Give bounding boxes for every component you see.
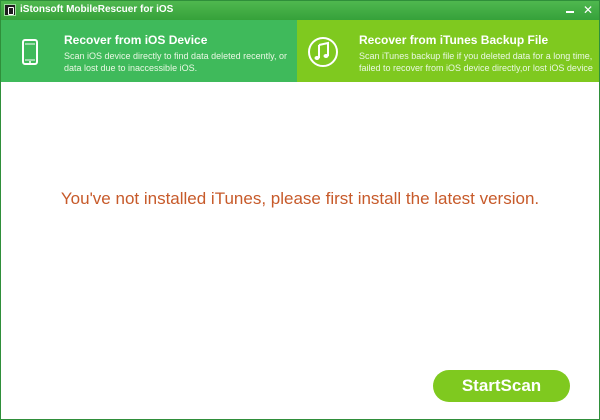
tab-title: Recover from iOS Device	[64, 33, 208, 47]
start-scan-button[interactable]: StartScan	[433, 370, 570, 402]
itunes-not-installed-message: You've not installed iTunes, please firs…	[60, 189, 540, 208]
tab-description-line: Scan iTunes backup file if you deleted d…	[359, 51, 593, 61]
close-button[interactable]: ✕	[581, 3, 595, 17]
tab-description: Scan iTunes backup file if you deleted d…	[359, 50, 593, 74]
tab-description: Scan iOS device directly to find data de…	[64, 50, 287, 74]
app-window: iStonsoft MobileRescuer for iOS ✕ Recove…	[0, 0, 600, 420]
minimize-icon	[566, 11, 574, 13]
title-bar[interactable]: iStonsoft MobileRescuer for iOS ✕	[1, 1, 599, 20]
mode-tabs: Recover from iOS Device Scan iOS device …	[1, 20, 599, 82]
close-icon: ✕	[582, 3, 594, 17]
phone-icon	[22, 39, 38, 65]
app-icon	[4, 4, 16, 16]
music-note-icon	[308, 37, 338, 67]
minimize-button[interactable]	[563, 3, 577, 17]
tab-description-line: Scan iOS device directly to find data de…	[64, 51, 287, 61]
window-controls: ✕	[563, 3, 595, 17]
tab-title: Recover from iTunes Backup File	[359, 33, 549, 47]
tab-recover-from-ios-device[interactable]: Recover from iOS Device Scan iOS device …	[1, 20, 297, 82]
tab-recover-from-itunes-backup[interactable]: Recover from iTunes Backup File Scan iTu…	[297, 20, 599, 82]
tab-description-line: data lost due to inaccessible iOS.	[64, 63, 198, 73]
window-title: iStonsoft MobileRescuer for iOS	[20, 4, 174, 15]
tab-description-line: failed to recover from iOS device direct…	[359, 63, 593, 73]
